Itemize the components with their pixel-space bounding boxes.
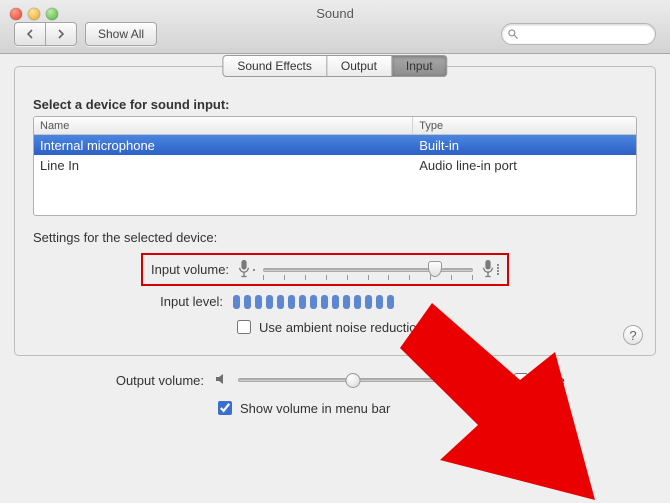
- device-table: Name Type Internal microphone Built-in L…: [33, 116, 637, 216]
- body: Sound Effects Output Input Select a devi…: [0, 54, 670, 503]
- chevron-left-icon: [25, 29, 35, 39]
- menubar-row: Show volume in menu bar: [14, 398, 656, 418]
- menubar-label: Show volume in menu bar: [240, 401, 390, 416]
- mute-label: Mute: [536, 373, 565, 388]
- menubar-checkbox-input[interactable]: [218, 401, 232, 415]
- help-button[interactable]: ?: [623, 325, 643, 345]
- col-header-type[interactable]: Type: [413, 117, 636, 134]
- tab-sound-effects[interactable]: Sound Effects: [222, 55, 327, 77]
- show-all-button[interactable]: Show All: [85, 22, 157, 46]
- input-level-label: Input level:: [33, 294, 233, 309]
- mic-high-icon: [481, 259, 499, 280]
- speaker-low-icon: [214, 371, 230, 390]
- search-input[interactable]: [501, 23, 656, 45]
- tab-output[interactable]: Output: [327, 55, 392, 77]
- table-row[interactable]: Line In Audio line-in port: [34, 155, 636, 175]
- speaker-high-icon: [476, 371, 496, 390]
- mute-checkbox-input[interactable]: [514, 373, 528, 387]
- nav-group: [14, 22, 77, 46]
- input-volume-row: Input volume:: [33, 253, 637, 286]
- table-row[interactable]: Internal microphone Built-in: [34, 135, 636, 155]
- input-volume-slider[interactable]: [263, 261, 473, 279]
- device-name: Internal microphone: [34, 135, 413, 155]
- output-volume-label: Output volume:: [14, 373, 214, 388]
- output-volume-slider[interactable]: [238, 371, 468, 389]
- ambient-checkbox-input[interactable]: [237, 320, 251, 334]
- table-header: Name Type: [34, 117, 636, 135]
- tabs: Sound Effects Output Input: [222, 55, 447, 77]
- window-title: Sound: [0, 6, 670, 21]
- forward-button[interactable]: [46, 22, 77, 46]
- back-button[interactable]: [14, 22, 46, 46]
- footer: Output volume: Mute Show volu: [14, 370, 656, 418]
- ambient-row: Use ambient noise reduction: [33, 317, 637, 337]
- input-volume-highlight: Input volume:: [141, 253, 509, 286]
- settings-heading: Settings for the selected device:: [33, 230, 637, 245]
- menubar-checkbox[interactable]: Show volume in menu bar: [214, 398, 390, 418]
- mic-low-icon: [237, 259, 255, 280]
- toolbar: Sound Show All: [0, 0, 670, 54]
- device-type: Audio line-in port: [413, 155, 636, 175]
- device-type: Built-in: [413, 135, 636, 155]
- col-header-name[interactable]: Name: [34, 117, 413, 134]
- input-volume-text: Input volume:: [151, 262, 229, 277]
- search-icon: [507, 28, 519, 40]
- tab-input[interactable]: Input: [392, 55, 448, 77]
- search-wrap: [501, 23, 656, 45]
- ambient-checkbox-label: Use ambient noise reduction: [259, 320, 424, 335]
- chevron-right-icon: [56, 29, 66, 39]
- input-level-meter: [233, 295, 394, 309]
- ambient-checkbox[interactable]: Use ambient noise reduction: [233, 317, 424, 337]
- input-level-row: Input level:: [33, 294, 637, 309]
- mute-checkbox[interactable]: Mute: [510, 370, 565, 390]
- input-devices-heading: Select a device for sound input:: [33, 97, 637, 112]
- output-volume-row: Output volume: Mute: [14, 370, 656, 390]
- preferences-pane: Sound Effects Output Input Select a devi…: [14, 66, 656, 356]
- device-name: Line In: [34, 155, 413, 175]
- table-empty-space: [34, 175, 636, 215]
